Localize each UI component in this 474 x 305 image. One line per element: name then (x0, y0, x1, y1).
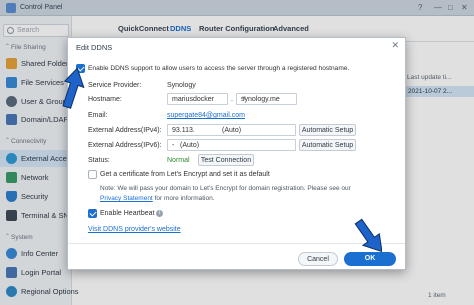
ipv4-label: External Address(IPv4): (88, 127, 162, 134)
enable-heartbeat-label: Enable Heartbeat (100, 210, 155, 217)
hostname-dot: . (231, 96, 233, 103)
email-label: Email: (88, 112, 108, 119)
hostname-input[interactable]: mariusdocker (167, 93, 228, 105)
email-value[interactable]: supergate84@gmail.com (167, 112, 245, 119)
cancel-button[interactable]: Cancel (298, 252, 338, 266)
lets-encrypt-note: Note: We will pass your domain to Let's … (100, 185, 351, 202)
annotation-arrow-ok-icon (354, 218, 382, 253)
chevron-down-icon: ▼ (241, 96, 247, 102)
lets-encrypt-checkbox[interactable] (88, 170, 97, 179)
privacy-statement-link[interactable]: Privacy Statement (100, 195, 153, 202)
automatic-setup-ipv4-button[interactable]: Automatic Setup (299, 124, 356, 136)
dialog-close-icon[interactable]: ✕ (391, 41, 399, 50)
enable-ddns-label: Enable DDNS support to allow users to ac… (88, 65, 350, 72)
annotation-arrow-enable-icon (62, 67, 85, 109)
status-value: Normal (167, 157, 190, 164)
ipv4-input[interactable]: 93.113. (Auto) (167, 124, 296, 136)
info-icon[interactable]: i (156, 210, 163, 217)
ipv6-label: External Address(IPv6): (88, 142, 162, 149)
visit-provider-link[interactable]: Visit DDNS provider's website (88, 226, 181, 233)
test-connection-button[interactable]: Test Connection (198, 154, 254, 166)
dialog-title: Edit DDNS (76, 43, 113, 52)
status-label: Status: (88, 157, 110, 164)
enable-heartbeat-checkbox[interactable] (88, 209, 97, 218)
ipv6-input[interactable]: - (Auto) (167, 139, 296, 151)
hostname-domain-select[interactable]: synology.me ▼ (236, 93, 297, 105)
service-provider-value: Synology (167, 82, 196, 89)
service-provider-label: Service Provider: (88, 82, 142, 89)
automatic-setup-ipv6-button[interactable]: Automatic Setup (299, 139, 356, 151)
lets-encrypt-label: Get a certificate from Let's Encrypt and… (100, 171, 270, 178)
